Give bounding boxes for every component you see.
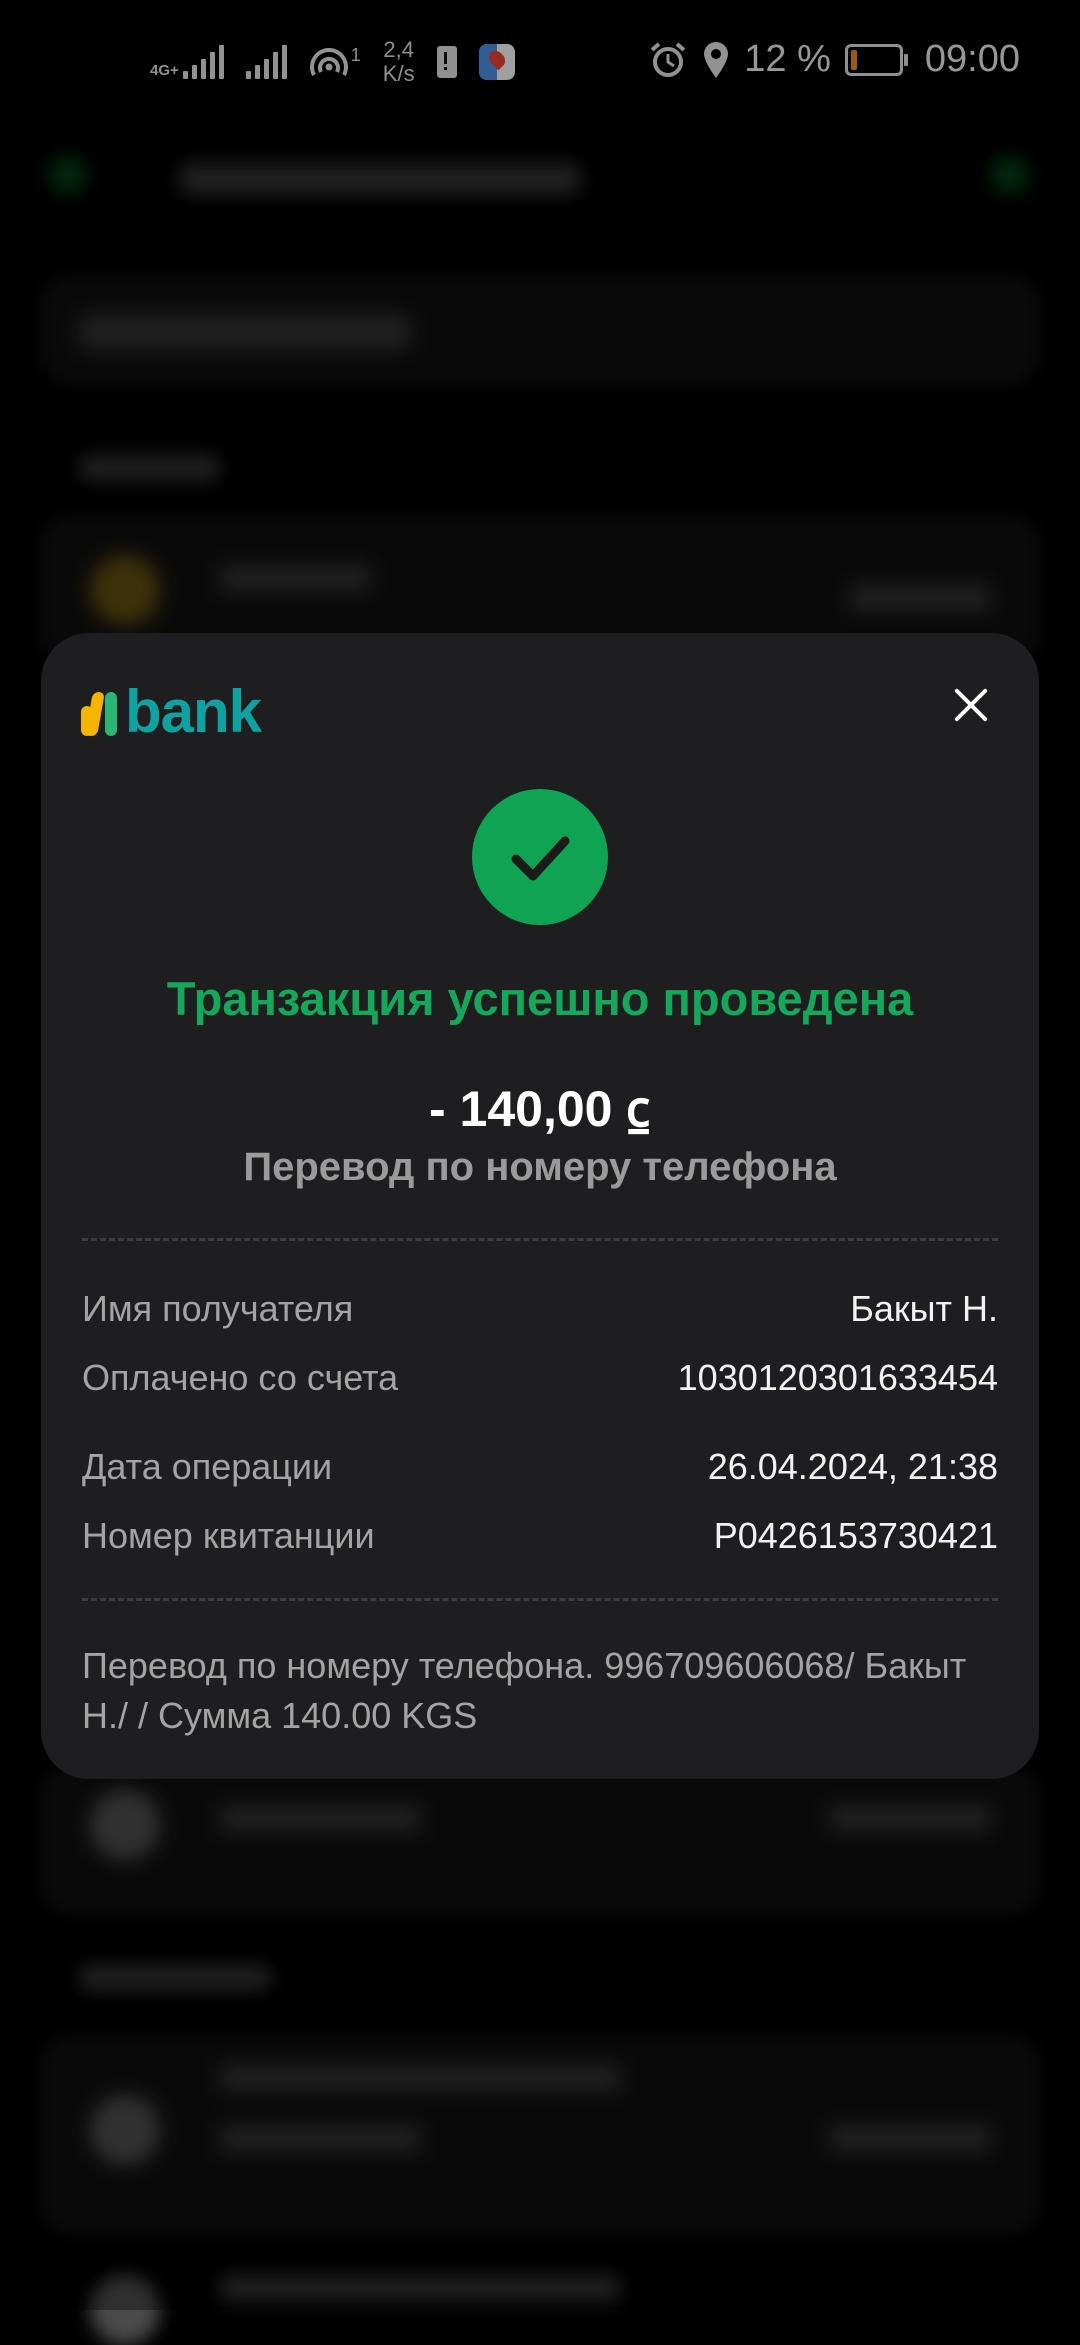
transaction-type: Перевод по номеру телефона	[243, 1145, 837, 1189]
transaction-status-title: Транзакция успешно проведена	[166, 972, 914, 1025]
detail-value: 1030120301633454	[677, 1357, 998, 1398]
transaction-receipt-modal: bank Транзакция успешно проведена - 140,…	[41, 633, 1039, 1779]
transaction-amount: - 140,00 ⃀	[428, 1081, 651, 1137]
detail-label: Номер квитанции	[82, 1515, 375, 1556]
mbank-logo: bank	[81, 677, 262, 747]
mbank-logo-mark	[81, 688, 121, 736]
detail-label: Имя получателя	[82, 1288, 354, 1329]
detail-value: P0426153730421	[713, 1515, 998, 1556]
success-check-icon	[472, 789, 608, 925]
close-button[interactable]	[941, 675, 1001, 735]
logo-text: bank	[125, 678, 262, 745]
divider	[82, 1598, 998, 1601]
detail-value: Бакыт Н.	[850, 1288, 998, 1329]
transaction-description: Перевод по номеру телефона. 996709606068…	[82, 1645, 967, 1736]
detail-label: Оплачено со счета	[82, 1357, 399, 1398]
detail-value: 26.04.2024, 21:38	[707, 1446, 998, 1487]
divider	[82, 1238, 998, 1241]
detail-label: Дата операции	[82, 1446, 333, 1487]
